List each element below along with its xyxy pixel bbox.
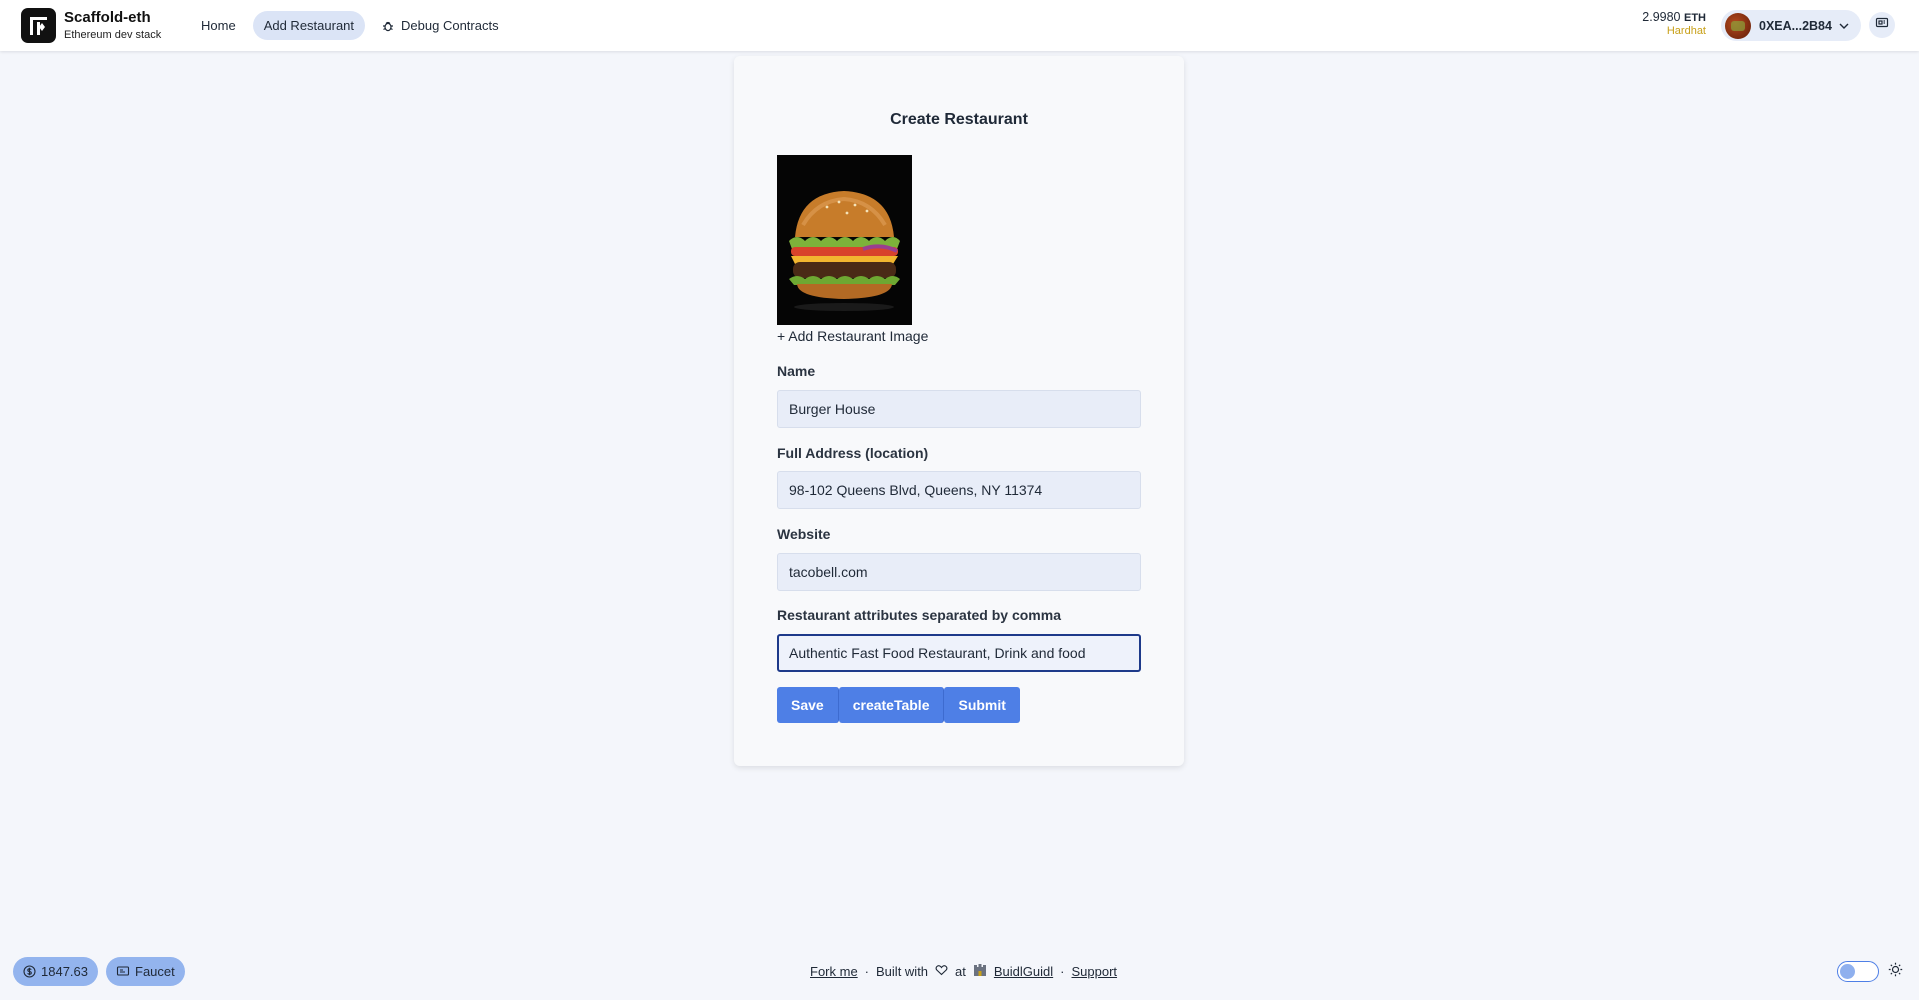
- footer-separator: ·: [864, 964, 870, 979]
- theme-toggle-knob: [1840, 964, 1855, 979]
- nav-home[interactable]: Home: [190, 11, 247, 40]
- qr-code-icon: [1875, 16, 1889, 35]
- buidlguidl-castle-icon: [973, 963, 987, 980]
- currency-dollar-icon: [23, 965, 36, 978]
- website-label: Website: [777, 526, 831, 542]
- account-dropdown-button[interactable]: 0XEA...2B84: [1721, 10, 1861, 41]
- account-address: 0XEA...2B84: [1759, 18, 1832, 33]
- create-table-button[interactable]: createTable: [838, 687, 945, 723]
- address-label: Full Address (location): [777, 445, 929, 461]
- main-nav: Home Add Restaurant Debug Contracts: [190, 11, 510, 40]
- support-link[interactable]: Support: [1072, 964, 1118, 979]
- faucet-button[interactable]: Faucet: [106, 957, 185, 986]
- scaffold-logo-icon: [21, 8, 56, 43]
- faucet-icon: [116, 965, 130, 978]
- page-title: Create Restaurant: [890, 111, 1028, 128]
- top-navbar: Scaffold-eth Ethereum dev stack Home Add…: [0, 0, 1919, 51]
- avatar: [1725, 12, 1751, 39]
- bug-icon: [382, 20, 394, 32]
- save-button[interactable]: Save: [777, 687, 839, 723]
- address-input[interactable]: [777, 471, 1141, 509]
- heart-icon: [935, 964, 948, 979]
- built-with-text: Built with: [876, 964, 929, 979]
- eth-price-value: 1847.63: [41, 964, 88, 979]
- chevron-down-icon: [1838, 20, 1850, 32]
- sun-icon: [1888, 962, 1903, 977]
- form-actions: Save createTable Submit: [777, 687, 1020, 723]
- name-input[interactable]: [777, 390, 1141, 428]
- eth-price-badge[interactable]: 1847.63: [13, 957, 98, 986]
- name-label: Name: [777, 363, 816, 379]
- brand-subtitle: Ethereum dev stack: [64, 28, 162, 41]
- buidlguidl-link[interactable]: BuidlGuidl: [994, 964, 1053, 979]
- website-input[interactable]: [777, 553, 1141, 591]
- attributes-input[interactable]: [777, 634, 1141, 672]
- brand[interactable]: Scaffold-eth Ethereum dev stack: [21, 8, 161, 43]
- footer-separator: ·: [1060, 964, 1065, 979]
- fork-me-link[interactable]: Fork me: [810, 964, 858, 979]
- balance-amount: 2.9980: [1642, 10, 1681, 24]
- restaurant-image: [777, 155, 912, 325]
- create-restaurant-card: Create Restaurant + Add Restaurant Image…: [734, 56, 1184, 766]
- add-restaurant-image-link[interactable]: + Add Restaurant Image: [777, 328, 928, 344]
- nav-debug-contracts-label: Debug Contracts: [401, 18, 499, 33]
- nav-debug-contracts[interactable]: Debug Contracts: [371, 11, 510, 40]
- brand-title: Scaffold-eth: [64, 9, 151, 27]
- wallet-balance: 2.9980 ETH Hardhat: [1620, 10, 1706, 37]
- theme-toggle[interactable]: [1837, 961, 1879, 982]
- submit-button[interactable]: Submit: [944, 687, 1020, 723]
- footer-links: Fork me · Built with at BuidlGuidl · Sup…: [810, 963, 1117, 980]
- qr-code-button[interactable]: [1869, 12, 1895, 38]
- balance-unit: ETH: [1684, 12, 1706, 24]
- at-text: at: [955, 964, 966, 979]
- nav-add-restaurant[interactable]: Add Restaurant: [252, 11, 366, 40]
- network-name: Hardhat: [1666, 24, 1706, 37]
- attributes-label: Restaurant attributes separated by comma: [777, 607, 1061, 623]
- faucet-label: Faucet: [135, 964, 175, 979]
